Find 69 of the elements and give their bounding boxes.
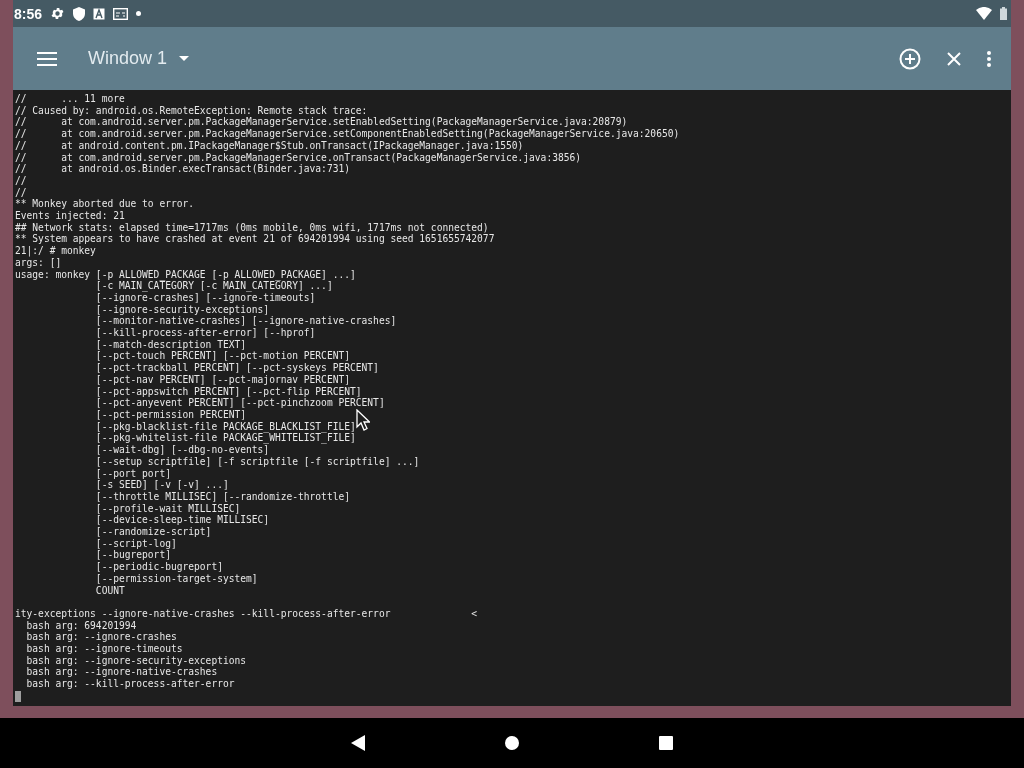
terminal-line: [--ignore-security-exceptions] (94, 303, 270, 316)
terminal-line: bash arg: --ignore-security-exceptions (25, 654, 247, 667)
terminal-line: bash arg: --kill-process-after-error (25, 678, 235, 690)
terminal-line: COUNT (94, 584, 125, 597)
terminal-line: [--pct-trackball PERCENT] [--pct-syskeys PERCENT] (94, 362, 379, 374)
more-button[interactable] (987, 50, 991, 67)
terminal-line: [--permission-target-system] (94, 572, 258, 585)
terminal-line: [--pct-permission PERCENT] (94, 409, 247, 421)
terminal-line: bash arg: --ignore-crashes (25, 631, 177, 644)
menu-button[interactable] (37, 51, 57, 66)
terminal-line: bash arg: --ignore-native-crashes (25, 666, 218, 679)
terminal-line: ## Network stats: elapsed time=1717ms (0ms mobile, 0ms wifi, 1717ms not connected) (15, 221, 489, 234)
caret-icon[interactable] (179, 56, 190, 61)
terminal-line: [--script-log] (94, 537, 177, 550)
terminal-line: bash arg: 694201994 (25, 619, 137, 632)
dot-icon (136, 11, 142, 16)
terminal-line: // at com.android.server.pm.PackageManagerService.setEnabledSetting(PackageManagerService.java:20879) (15, 116, 628, 129)
gear-icon (50, 6, 66, 21)
terminal-line: [-s SEED] [-v [-v] ...] (94, 479, 229, 491)
screen-icon (113, 7, 129, 20)
terminal-line: bash arg: --ignore-timeouts (25, 643, 183, 655)
terminal-line: usage: monkey [-p ALLOWED_PACKAGE [-p ALLOWED_PACKAGE] ...] (15, 268, 356, 281)
terminal-line: [--device-sleep-time MILLISEC] (94, 514, 270, 526)
terminal-line: [--pct-anyevent PERCENT] [--pct-pinchzoom PERCENT] (94, 397, 385, 409)
terminal-line: // at android.os.Binder.execTransact(Binder.java:731) (15, 163, 350, 175)
text-cursor (15, 690, 21, 702)
terminal-line: ** Monkey aborted due to error. (15, 198, 195, 211)
terminal-panel[interactable] (13, 90, 1011, 706)
terminal-line: [--port port] (94, 467, 171, 480)
terminal-line: [--pct-appswitch PERCENT] [--pct-flip PERCENT] (94, 385, 362, 398)
terminal-line: // at android.content.pm.IPackageManager$Stub.onTransact(IPackageManager.java:1550) (15, 139, 524, 152)
terminal-line: ity-exceptions --ignore-native-crashes --kill-process-after-error < (15, 607, 478, 620)
battery-icon (1000, 7, 1007, 20)
terminal-line: Events injected: 21 (15, 210, 125, 222)
shield-icon (73, 6, 86, 21)
terminal-line: [--kill-process-after-error] [--hprof] (94, 327, 316, 339)
terminal-line: [--pct-touch PERCENT] [--pct-motion PERCENT] (94, 350, 350, 363)
terminal-line: // ... 11 more (15, 93, 125, 105)
terminal-line: [--randomize-script] (94, 526, 212, 538)
terminal-line: // (15, 174, 27, 187)
terminal-line: [--monitor-native-crashes] [--ignore-native-crashes] (94, 315, 397, 328)
home-button[interactable] (505, 736, 519, 750)
terminal-line: [--setup scriptfile] [-f scriptfile [-f scriptfile] ...] (94, 455, 420, 468)
terminal-line: args: [] (15, 256, 62, 269)
status-time: 8:56 (13, 5, 43, 22)
close-button[interactable] (947, 51, 961, 66)
terminal-line: [--throttle MILLISEC] [--randomize-throttle] (94, 490, 350, 503)
add-button[interactable] (899, 47, 921, 70)
terminal-line: [--periodic-bugreport] (94, 561, 223, 573)
terminal-line: // at com.android.server.pm.PackageManagerService.setComponentEnabledSetting(PackageManagerService.java:20650) (15, 128, 680, 140)
terminal-line: [--ignore-crashes] [--ignore-timeouts] (94, 291, 316, 304)
terminal-line: 21|:/ # monkey (15, 245, 96, 257)
terminal-line: [--pct-nav PERCENT] [--pct-majornav PERCENT] (94, 373, 350, 386)
terminal-line: [--profile-wait MILLISEC] (94, 502, 241, 515)
terminal-line: // at com.android.server.pm.PackageManagerService.onTransact(PackageManagerService.java:3856) (15, 151, 582, 164)
mouse-pointer-icon (356, 409, 370, 431)
wifi-icon (976, 7, 992, 20)
terminal-line: [--pkg-whitelist-file PACKAGE_WHITELIST_FILE] (94, 432, 356, 445)
letter-box-icon (93, 7, 106, 20)
terminal-line: ** System appears to have crashed at event 21 of 694201994 using seed 1651655742077 (15, 233, 495, 246)
terminal-line: // Caused by: android.os.RemoteException: Remote stack trace: (15, 104, 368, 117)
terminal-line: // (15, 186, 27, 199)
terminal-line: [--match-description TEXT] (94, 338, 247, 351)
terminal-line: [--pkg-blacklist-file PACKAGE_BLACKLIST_FILE] (94, 420, 356, 433)
terminal-line: [-c MAIN_CATEGORY [-c MAIN_CATEGORY] ...] (94, 280, 333, 292)
terminal-line: [--bugreport] (94, 549, 171, 562)
window-title[interactable]: Window 1 (88, 48, 168, 69)
terminal-line: [--wait-dbg] [--dbg-no-events] (94, 444, 270, 456)
back-button[interactable] (351, 735, 365, 751)
